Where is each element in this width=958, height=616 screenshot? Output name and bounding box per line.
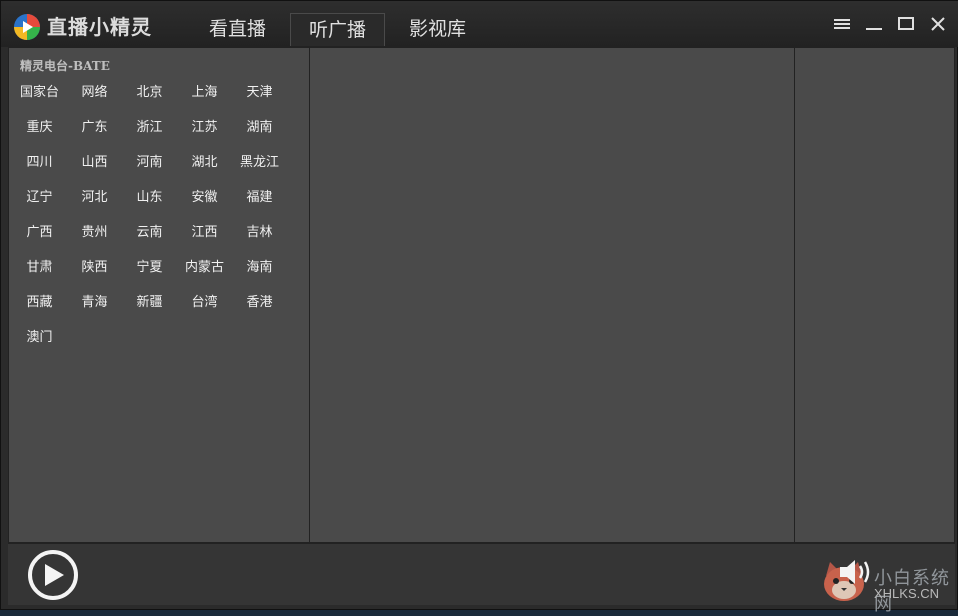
region-item[interactable]: 天津 <box>232 75 287 110</box>
title-bar[interactable]: 直播小精灵 看直播 听广播 影视库 <box>1 1 958 47</box>
region-item[interactable]: 湖南 <box>232 110 287 145</box>
region-item[interactable]: 香港 <box>232 285 287 320</box>
main-tabs: 看直播 听广播 影视库 <box>191 13 490 47</box>
region-grid: 国家台 网络 北京 上海 天津重庆 广东 浙江 江苏 湖南四川 山西 河南 湖北 黑龙江辽宁 河北 山东 安徽… <box>12 75 292 355</box>
region-item[interactable]: 新疆 <box>122 285 177 320</box>
close-icon <box>931 17 945 31</box>
radio-section-title: 精灵电台-BATE <box>20 59 110 73</box>
content-area: 精灵电台-BATE 国家台 网络 北京 上海 天津重庆 广东 浙江 江苏 湖南四川 山西 河南 湖北黑… <box>8 47 955 543</box>
region-item[interactable]: 网络 <box>67 75 122 110</box>
region-item[interactable]: 山东 <box>122 180 177 215</box>
tab-video-library[interactable]: 影视库 <box>391 13 484 46</box>
region-item[interactable]: 云南 <box>122 215 177 250</box>
region-item[interactable]: 广东 <box>67 110 122 145</box>
minimize-icon <box>866 28 882 30</box>
region-item[interactable]: 海南 <box>232 250 287 285</box>
region-item[interactable]: 国家台 <box>12 75 67 110</box>
tab-watch-live[interactable]: 看直播 <box>191 13 284 46</box>
minimize-button[interactable] <box>865 15 883 33</box>
region-item[interactable]: 内蒙古 <box>177 250 232 285</box>
close-button[interactable] <box>929 15 947 33</box>
tab-listen-radio[interactable]: 听广播 <box>290 13 386 46</box>
region-item[interactable]: 宁夏 <box>122 250 177 285</box>
menu-button[interactable] <box>833 15 851 33</box>
region-item[interactable]: 辽宁 <box>12 180 67 215</box>
region-item[interactable]: 青海 <box>67 285 122 320</box>
region-item[interactable]: 甘肃 <box>12 250 67 285</box>
player-bar: 小白系统网 XHLKS.CN <box>8 543 955 615</box>
window-controls <box>833 15 947 33</box>
region-item[interactable]: 浙江 <box>122 110 177 145</box>
watermark-url: XHLKS.CN <box>874 586 940 601</box>
region-item[interactable]: 江西 <box>177 215 232 250</box>
region-list-pane: 精灵电台-BATE 国家台 网络 北京 上海 天津重庆 广东 浙江 江苏 湖南四川 山西 河南 湖北黑… <box>9 48 310 542</box>
volume-icon <box>840 560 870 584</box>
play-button[interactable] <box>28 550 78 600</box>
volume-button[interactable] <box>838 556 874 592</box>
region-item[interactable]: 贵州 <box>67 215 122 250</box>
maximize-button[interactable] <box>897 15 915 33</box>
region-item[interactable]: 福建 <box>232 180 287 215</box>
region-item[interactable]: 湖北 <box>177 145 232 180</box>
region-item[interactable]: 黑龙江 <box>232 145 287 180</box>
region-item[interactable]: 台湾 <box>177 285 232 320</box>
region-item[interactable]: 西藏 <box>12 285 67 320</box>
region-item[interactable]: 江苏 <box>177 110 232 145</box>
station-list-pane[interactable] <box>311 48 795 542</box>
play-icon <box>45 564 64 586</box>
region-item[interactable]: 广西 <box>12 215 67 250</box>
region-item[interactable]: 河南 <box>122 145 177 180</box>
region-item[interactable]: 吉林 <box>232 215 287 250</box>
app-window: 直播小精灵 看直播 听广播 影视库 精灵电台-BATE 国家台 网络 北京 上海… <box>0 0 958 615</box>
app-title: 直播小精灵 <box>47 15 152 39</box>
region-item[interactable]: 澳门 <box>12 320 67 355</box>
app-logo-icon <box>14 14 40 40</box>
region-item[interactable]: 重庆 <box>12 110 67 145</box>
menu-icon <box>834 19 850 29</box>
detail-pane[interactable] <box>796 48 954 542</box>
region-item[interactable]: 上海 <box>177 75 232 110</box>
region-item[interactable]: 河北 <box>67 180 122 215</box>
region-item[interactable]: 陕西 <box>67 250 122 285</box>
maximize-icon <box>898 17 914 30</box>
region-item[interactable]: 安徽 <box>177 180 232 215</box>
region-item[interactable]: 北京 <box>122 75 177 110</box>
region-item[interactable]: 山西 <box>67 145 122 180</box>
region-item[interactable]: 四川 <box>12 145 67 180</box>
